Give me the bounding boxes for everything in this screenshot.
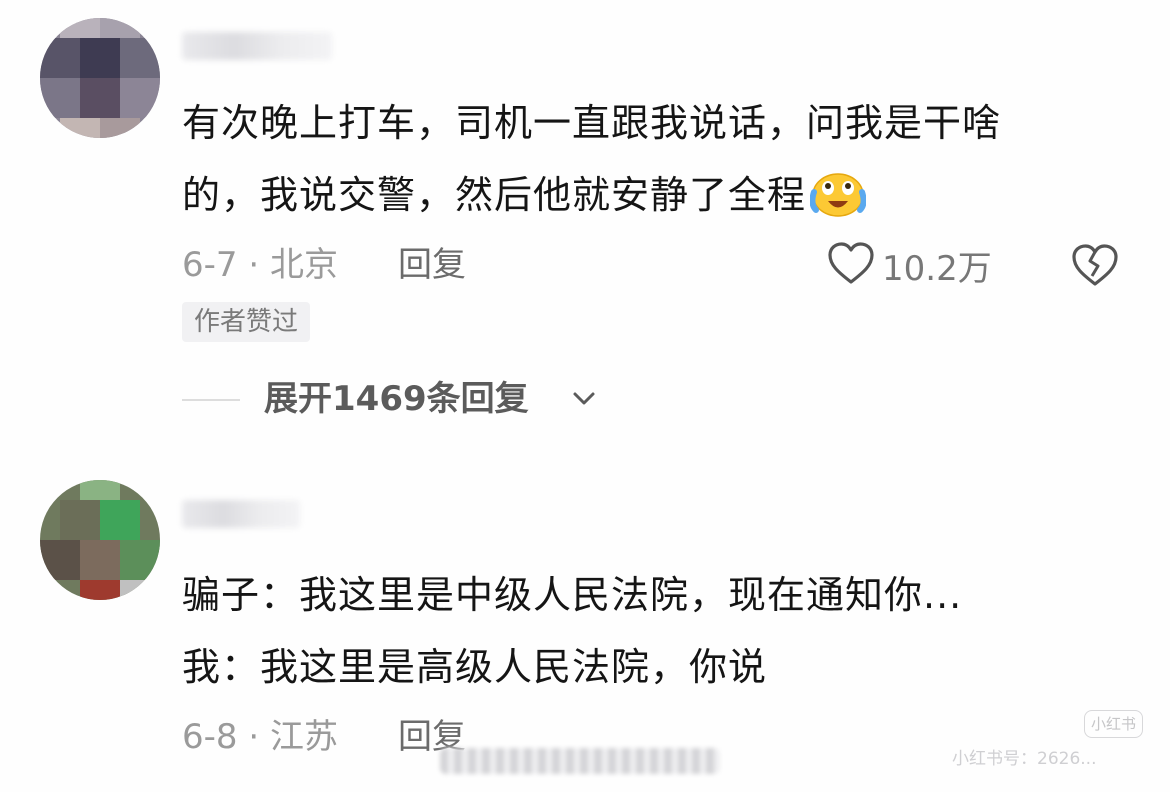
- like-button[interactable]: 10.2万: [826, 240, 992, 290]
- comment-text-line: 的，我说交警，然后他就安静了全程: [182, 172, 867, 218]
- expand-replies-button[interactable]: 展开1469条回复: [264, 382, 529, 416]
- author-liked-badge: 作者赞过: [182, 302, 311, 342]
- comment-text-fragment: 的，我说交警，然后他就安静了全程: [182, 173, 807, 217]
- reply-button[interactable]: 回复: [398, 248, 466, 282]
- username[interactable]: [182, 32, 332, 60]
- comment-date-location: 6-7 · 北京: [182, 245, 338, 285]
- divider: [182, 399, 240, 401]
- comment-text-line: 我：我这里是高级人民法院，你说: [182, 645, 768, 689]
- watermark-text: 小红书号：2626...: [952, 749, 1097, 769]
- like-count: 10.2万: [882, 248, 992, 289]
- comment-text-line: 骗子：我这里是中级人民法院，现在通知你...: [182, 573, 963, 617]
- avatar[interactable]: [40, 18, 160, 138]
- username[interactable]: [182, 500, 300, 528]
- broken-heart-icon[interactable]: [1070, 242, 1120, 292]
- watermark-logo: 小红书: [1084, 710, 1144, 738]
- heart-outline-icon: [826, 240, 876, 290]
- chevron-down-icon[interactable]: [572, 390, 596, 412]
- comment-date-location: 6-8 · 江苏: [182, 717, 338, 757]
- crying-laughing-emoji-icon: [809, 170, 867, 218]
- avatar[interactable]: [40, 480, 160, 600]
- blurred-content: [440, 748, 720, 774]
- comment-text-line: 有次晚上打车，司机一直跟我说话，问我是干啥: [182, 101, 1002, 145]
